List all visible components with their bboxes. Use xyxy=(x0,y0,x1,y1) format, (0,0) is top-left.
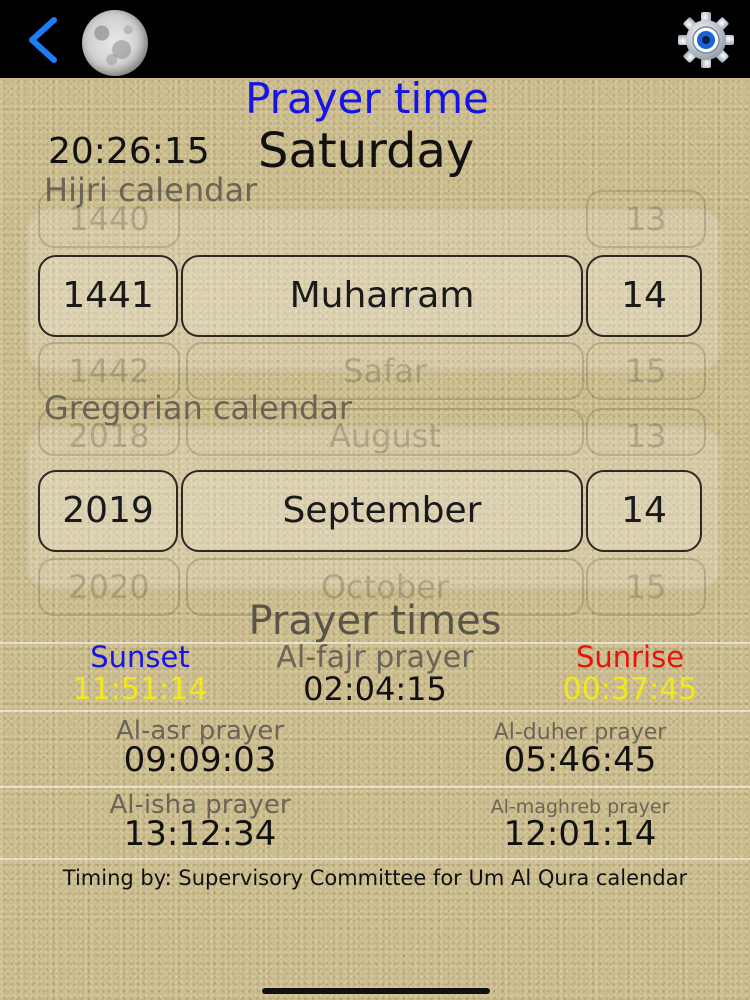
sunset-label: Sunset xyxy=(90,640,190,674)
duher-time: 05:46:45 xyxy=(503,740,657,780)
back-button[interactable] xyxy=(22,14,66,66)
gregorian-month-selector[interactable]: September xyxy=(181,470,583,552)
hijri-prev-year: 1440 xyxy=(38,190,180,248)
home-indicator[interactable] xyxy=(262,988,490,994)
gregorian-prev-year: 2018 xyxy=(38,408,180,456)
chevron-left-icon xyxy=(29,17,57,63)
weekday-label: Saturday xyxy=(258,123,475,179)
asr-time: 09:09:03 xyxy=(123,740,277,780)
fajr-time: 02:04:15 xyxy=(303,670,447,708)
divider xyxy=(0,710,750,712)
prayer-times-title: Prayer times xyxy=(248,598,502,644)
maghreb-time: 12:01:14 xyxy=(503,814,657,854)
hijri-year-selector[interactable]: 1441 xyxy=(38,255,178,337)
gregorian-prev-day: 13 xyxy=(586,408,706,456)
gear-icon xyxy=(678,12,734,68)
hijri-month-selector[interactable]: Muharram xyxy=(181,255,583,337)
timing-source-note: Timing by: Supervisory Committee for Um … xyxy=(62,866,688,890)
sunset-time: 11:51:14 xyxy=(72,672,208,707)
gregorian-year-selector[interactable]: 2019 xyxy=(38,470,178,552)
isha-time: 13:12:34 xyxy=(123,814,277,854)
hijri-next-day: 15 xyxy=(586,342,706,400)
divider xyxy=(0,858,750,860)
gregorian-prev-month: August xyxy=(186,408,584,456)
hijri-prev-day: 13 xyxy=(586,190,706,248)
sunrise-label: Sunrise xyxy=(575,640,685,674)
gregorian-day-selector[interactable]: 14 xyxy=(586,470,702,552)
moon-icon[interactable] xyxy=(82,10,148,76)
page-title: Prayer time xyxy=(245,74,489,123)
top-bar xyxy=(0,0,750,78)
divider xyxy=(0,786,750,788)
hijri-day-selector[interactable]: 14 xyxy=(586,255,702,337)
settings-button[interactable] xyxy=(676,10,736,70)
current-time: 20:26:15 xyxy=(48,131,210,172)
sunrise-time: 00:37:45 xyxy=(562,672,698,707)
